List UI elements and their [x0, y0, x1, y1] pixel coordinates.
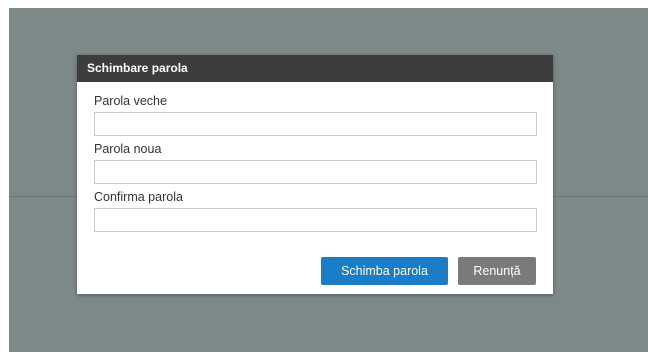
confirm-password-input[interactable] [94, 208, 537, 232]
new-password-input[interactable] [94, 160, 537, 184]
old-password-group: Parola veche [94, 94, 537, 136]
old-password-input[interactable] [94, 112, 537, 136]
new-password-group: Parola noua [94, 142, 537, 184]
cancel-button[interactable]: Renunță [458, 257, 536, 285]
confirm-password-label: Confirma parola [94, 190, 183, 204]
change-password-dialog: Schimbare parola Parola veche Parola nou… [77, 55, 553, 294]
dialog-title: Schimbare parola [77, 55, 553, 82]
change-password-button[interactable]: Schimba parola [321, 257, 448, 285]
confirm-password-group: Confirma parola [94, 190, 537, 232]
old-password-label: Parola veche [94, 94, 167, 108]
new-password-label: Parola noua [94, 142, 162, 156]
